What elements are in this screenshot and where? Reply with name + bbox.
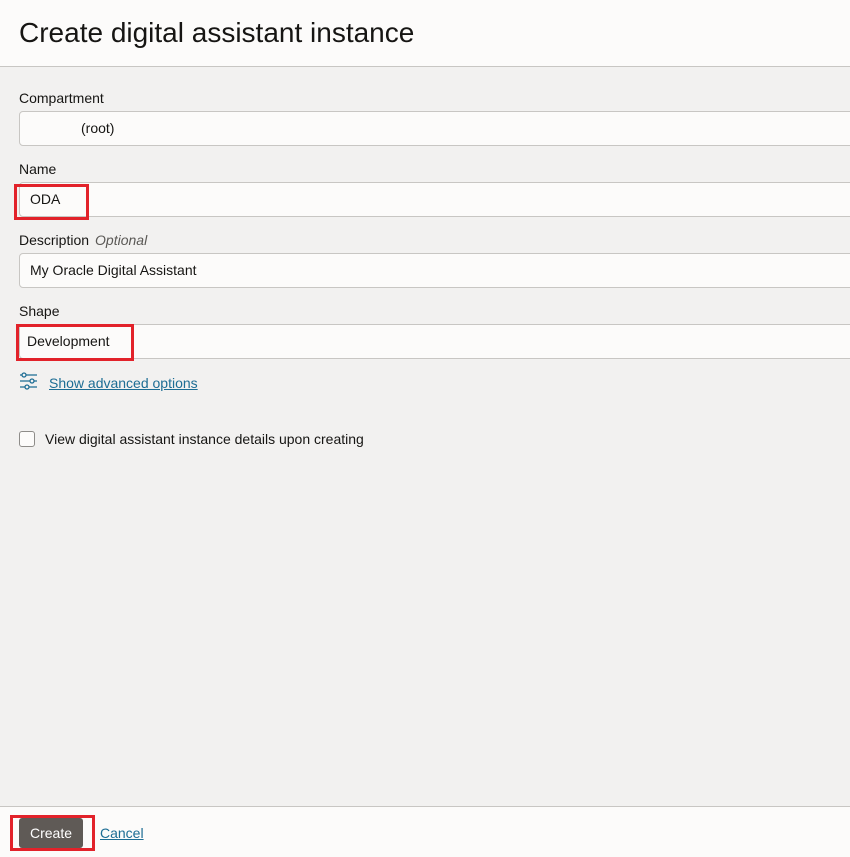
- cancel-link[interactable]: Cancel: [100, 825, 144, 841]
- name-label: Name: [19, 161, 57, 177]
- name-input[interactable]: ODA: [19, 182, 850, 217]
- description-label-text: Description: [19, 232, 90, 248]
- shape-select[interactable]: Development: [19, 324, 850, 359]
- description-input[interactable]: My Oracle Digital Assistant: [19, 253, 850, 288]
- create-button[interactable]: Create: [19, 818, 83, 848]
- panel-header: Create digital assistant instance: [0, 0, 850, 67]
- view-details-checkbox[interactable]: [19, 431, 35, 447]
- shape-label: Shape: [19, 303, 60, 319]
- compartment-select[interactable]: (root): [19, 111, 850, 146]
- compartment-label: Compartment: [19, 90, 104, 106]
- show-advanced-options-text[interactable]: Show advanced options: [49, 375, 198, 391]
- name-value: ODA: [30, 191, 61, 207]
- compartment-value: (root): [81, 120, 115, 136]
- shape-value: Development: [27, 333, 110, 349]
- view-details-option: View digital assistant instance details …: [19, 430, 364, 448]
- show-advanced-options-link[interactable]: Show advanced options: [19, 371, 198, 395]
- view-details-label: View digital assistant instance details …: [45, 431, 364, 447]
- optional-tag: Optional: [95, 232, 148, 248]
- sliders-icon: [19, 371, 38, 395]
- description-value: My Oracle Digital Assistant: [30, 262, 197, 278]
- description-label: Description Optional: [19, 232, 147, 248]
- page-title: Create digital assistant instance: [19, 17, 415, 48]
